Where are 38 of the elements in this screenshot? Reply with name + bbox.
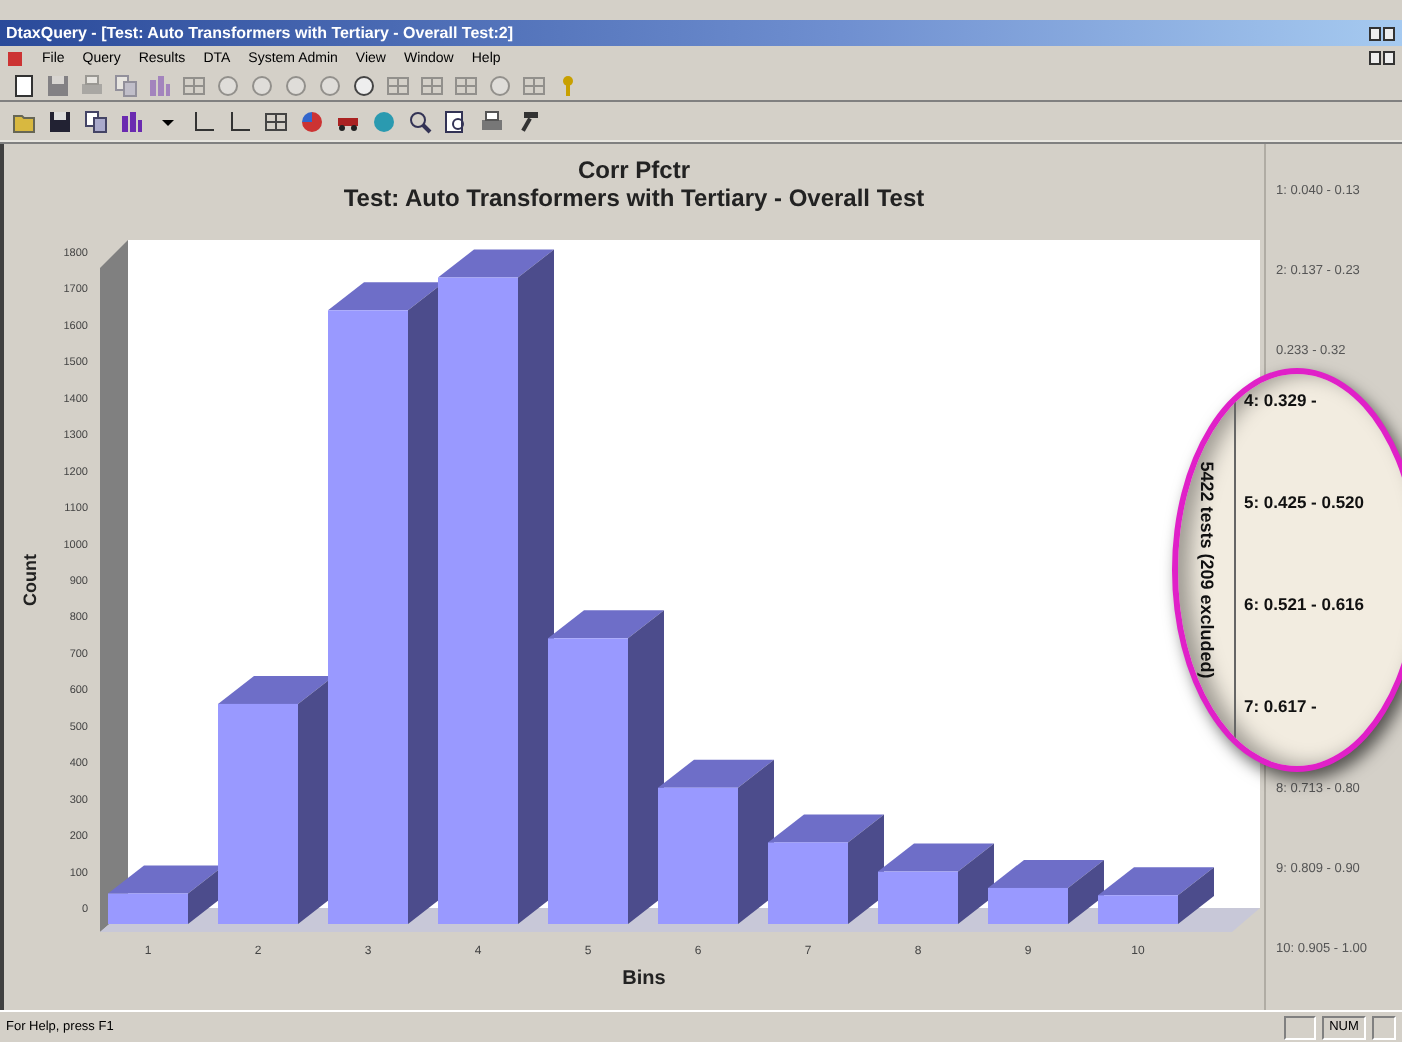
status-pane: [1284, 1015, 1316, 1039]
circle-icon[interactable]: [352, 73, 376, 97]
window-title: DtaxQuery - [Test: Auto Transformers with Tertiary - Overall Test:2]: [6, 24, 516, 42]
chart-subtitle: Test: Auto Transformers with Tertiary - Overall Test: [343, 184, 925, 212]
x-axis-title: Bins: [622, 968, 666, 990]
tests-caption: 5422 tests (209 excluded): [1196, 461, 1216, 679]
document-icon: [6, 49, 24, 67]
hammer-icon[interactable]: [516, 109, 540, 133]
folder-icon[interactable]: [12, 109, 36, 133]
bar: [658, 787, 738, 924]
globe-icon[interactable]: [372, 109, 396, 133]
bar: [768, 842, 848, 924]
bar-depth: [1098, 867, 1214, 924]
y-axis-title: Count: [20, 554, 40, 606]
chart-title: Corr Pfctr: [577, 156, 690, 184]
print-preview-icon[interactable]: [444, 109, 468, 133]
bar: [1098, 895, 1178, 924]
window-controls-icon[interactable]: [1368, 50, 1396, 66]
bar-depth: [878, 843, 994, 924]
bar: [108, 893, 188, 924]
legend-item: 5: 0.425 - 0.520: [1244, 492, 1365, 512]
grid-icon[interactable]: [264, 109, 288, 133]
printer-icon[interactable]: [480, 109, 504, 133]
status-pane: [1372, 1015, 1396, 1039]
search-icon[interactable]: [408, 109, 432, 133]
legend-item: 7: 0.617 -: [1244, 696, 1319, 716]
bar: [878, 871, 958, 924]
legend-item: 4: 0.329 -: [1244, 390, 1319, 410]
copy-icon[interactable]: [84, 109, 108, 133]
legend-item: 6: 0.521 - 0.616: [1244, 594, 1365, 614]
bar: [988, 887, 1068, 924]
axes-icon[interactable]: [228, 109, 252, 133]
bar-depth: [988, 859, 1104, 924]
page-icon[interactable]: [12, 73, 36, 97]
pie-chart-icon[interactable]: [300, 109, 324, 133]
window-controls-icon[interactable]: [1368, 25, 1396, 41]
bar-chart-icon[interactable]: [120, 109, 144, 133]
axes-icon[interactable]: [192, 109, 216, 133]
